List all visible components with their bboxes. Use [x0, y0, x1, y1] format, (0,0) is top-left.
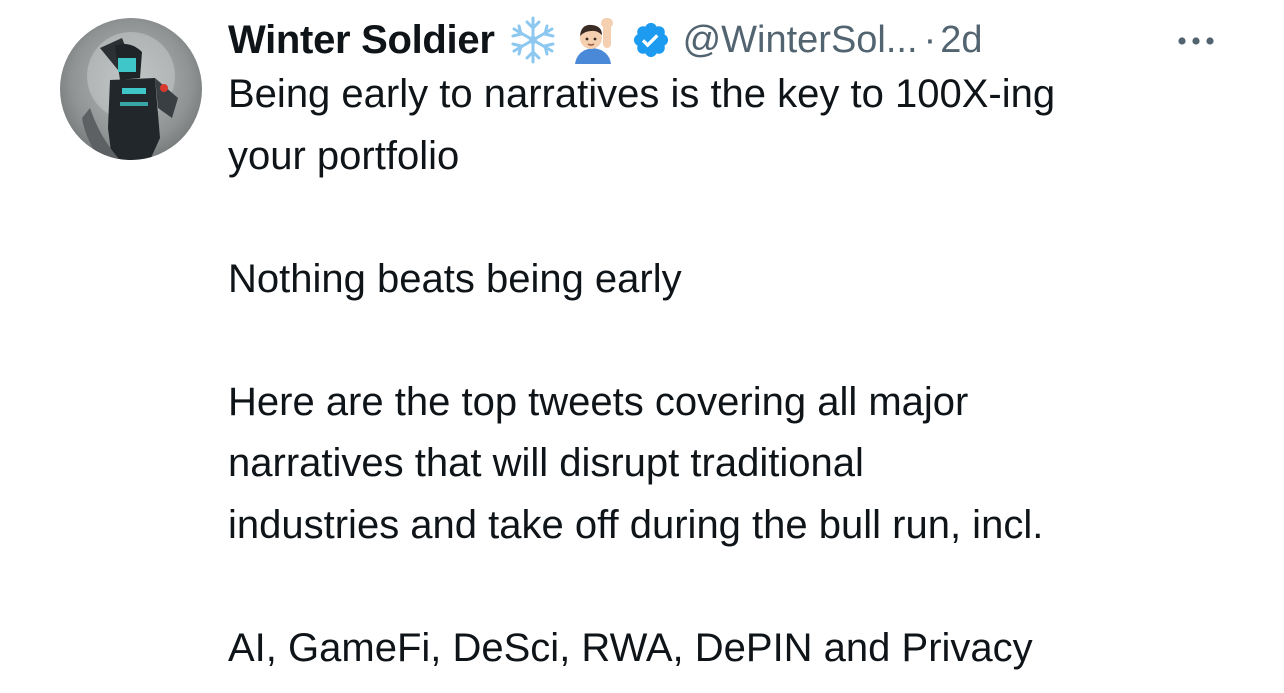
snowflake-emoji-icon	[505, 12, 561, 68]
more-options-button[interactable]	[1174, 24, 1218, 58]
verified-badge-icon[interactable]	[631, 20, 671, 60]
person-raising-hand-emoji-icon	[565, 12, 621, 68]
paragraph-break	[228, 556, 1258, 618]
tweet-timestamp[interactable]: 2d	[940, 19, 982, 62]
avatar[interactable]	[60, 18, 202, 160]
tweet-text-line: AI, GameFi, DeSci, RWA, DePIN and Privac…	[228, 625, 1033, 670]
separator-dot: ·	[923, 18, 937, 61]
tweet-text: Being early to narratives is the key to …	[228, 64, 1258, 679]
author-handle[interactable]: @WinterSol...	[683, 19, 918, 62]
tweet-header: Winter Soldier @WinterSol... · 2d	[228, 10, 1258, 70]
tweet-text-line: your portfolio	[228, 133, 460, 178]
tweet-text-line: narratives that will disrupt traditional	[228, 441, 864, 485]
paragraph-break	[228, 187, 1258, 249]
tweet-text-line: Here are the top tweets covering all maj…	[228, 379, 969, 424]
more-horizontal-icon	[1178, 37, 1214, 45]
tweet-text-line: Being early to narratives is the key to …	[228, 72, 1056, 116]
tweet-text-line: Nothing beats being early	[228, 256, 682, 301]
tweet-content: Winter Soldier @WinterSol... · 2d Being …	[228, 10, 1258, 679]
avatar-image	[60, 18, 202, 160]
author-display-name[interactable]: Winter Soldier	[228, 18, 495, 63]
tweet-text-line: industries and take off during the bull …	[228, 502, 1044, 547]
paragraph-break	[228, 310, 1258, 372]
tweet[interactable]: Winter Soldier @WinterSol... · 2d Being …	[0, 0, 1284, 693]
